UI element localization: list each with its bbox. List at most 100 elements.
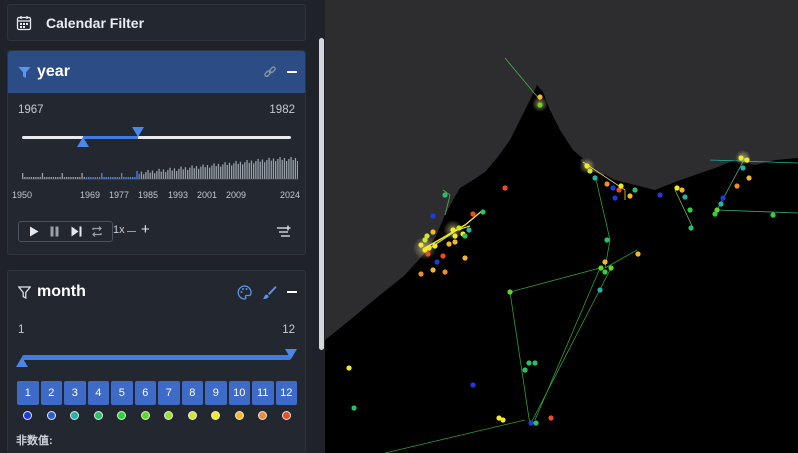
event-point[interactable] bbox=[602, 269, 608, 275]
event-point[interactable] bbox=[502, 185, 508, 191]
event-point[interactable] bbox=[592, 175, 598, 181]
month-button-10[interactable]: 10 bbox=[228, 381, 250, 405]
event-point[interactable] bbox=[674, 185, 680, 191]
year-filter-header[interactable]: year bbox=[8, 51, 305, 93]
event-point[interactable] bbox=[456, 225, 462, 231]
event-point[interactable] bbox=[450, 227, 456, 233]
event-point[interactable] bbox=[740, 165, 746, 171]
month-button-1[interactable]: 1 bbox=[17, 381, 39, 405]
play-icon[interactable] bbox=[28, 226, 40, 238]
event-point[interactable] bbox=[446, 241, 452, 247]
event-point[interactable] bbox=[430, 229, 436, 235]
step-forward-icon[interactable] bbox=[70, 226, 82, 238]
event-point[interactable] bbox=[712, 211, 718, 217]
event-point[interactable] bbox=[466, 227, 472, 233]
loop-icon[interactable] bbox=[91, 226, 103, 238]
event-point[interactable] bbox=[346, 365, 352, 371]
event-point[interactable] bbox=[426, 245, 432, 251]
month-button-3[interactable]: 3 bbox=[64, 381, 86, 405]
event-point[interactable] bbox=[770, 212, 776, 218]
calendar-filter-panel[interactable]: Calendar Filter bbox=[7, 4, 306, 41]
event-point[interactable] bbox=[528, 420, 534, 426]
year-slider-end-handle[interactable] bbox=[132, 127, 144, 137]
event-point[interactable] bbox=[537, 102, 543, 108]
event-point[interactable] bbox=[548, 415, 554, 421]
event-point[interactable] bbox=[496, 415, 502, 421]
year-slider-track[interactable] bbox=[22, 136, 291, 139]
event-point[interactable] bbox=[608, 265, 614, 271]
event-point[interactable] bbox=[718, 201, 724, 207]
month-button-7[interactable]: 7 bbox=[158, 381, 180, 405]
event-point[interactable] bbox=[635, 251, 641, 257]
month-slider-end-handle[interactable] bbox=[285, 349, 297, 359]
collapse-month-button[interactable] bbox=[287, 291, 297, 293]
event-point[interactable] bbox=[442, 269, 448, 275]
event-point[interactable] bbox=[632, 187, 638, 193]
add-filter-icon[interactable] bbox=[276, 225, 291, 238]
event-point[interactable] bbox=[533, 420, 539, 426]
event-point[interactable] bbox=[470, 211, 476, 217]
month-button-8[interactable]: 8 bbox=[181, 381, 203, 405]
event-point[interactable] bbox=[470, 382, 476, 388]
event-point[interactable] bbox=[657, 192, 663, 198]
month-filter-header[interactable]: month bbox=[8, 271, 305, 313]
event-point[interactable] bbox=[604, 181, 610, 187]
year-slider-start-handle[interactable] bbox=[77, 137, 89, 147]
event-point[interactable] bbox=[507, 289, 513, 295]
event-point[interactable] bbox=[442, 192, 448, 198]
month-slider-start-handle[interactable] bbox=[16, 357, 28, 367]
event-point[interactable] bbox=[462, 233, 468, 239]
link-icon[interactable] bbox=[263, 65, 277, 79]
palette-icon[interactable] bbox=[237, 284, 252, 300]
event-point[interactable] bbox=[679, 187, 685, 193]
event-point[interactable] bbox=[434, 259, 440, 265]
month-button-4[interactable]: 4 bbox=[87, 381, 109, 405]
event-point[interactable] bbox=[351, 405, 357, 411]
month-button-9[interactable]: 9 bbox=[205, 381, 227, 405]
pause-icon[interactable] bbox=[49, 226, 61, 238]
event-point[interactable] bbox=[602, 259, 608, 265]
event-point[interactable] bbox=[746, 175, 752, 181]
event-point[interactable] bbox=[627, 193, 633, 199]
event-point[interactable] bbox=[418, 242, 424, 248]
event-point[interactable] bbox=[532, 360, 538, 366]
event-point[interactable] bbox=[734, 183, 740, 189]
month-button-12[interactable]: 12 bbox=[275, 381, 297, 405]
event-point[interactable] bbox=[610, 185, 616, 191]
brush-icon[interactable] bbox=[262, 285, 277, 300]
collapse-year-button[interactable] bbox=[287, 71, 297, 73]
event-point[interactable] bbox=[526, 360, 532, 366]
sidebar-scrollbar-thumb[interactable] bbox=[319, 38, 324, 350]
month-button-6[interactable]: 6 bbox=[134, 381, 156, 405]
map-view[interactable] bbox=[325, 0, 798, 453]
event-point[interactable] bbox=[597, 287, 603, 293]
event-point[interactable] bbox=[462, 255, 468, 261]
event-point[interactable] bbox=[598, 265, 604, 271]
event-point[interactable] bbox=[687, 207, 693, 213]
speed-decrease-button[interactable] bbox=[127, 231, 136, 232]
month-slider-track[interactable] bbox=[22, 355, 291, 360]
event-point[interactable] bbox=[738, 155, 744, 161]
event-point[interactable] bbox=[682, 194, 688, 200]
event-point[interactable] bbox=[744, 157, 750, 163]
event-point[interactable] bbox=[618, 183, 624, 189]
event-point[interactable] bbox=[430, 267, 436, 273]
month-button-5[interactable]: 5 bbox=[111, 381, 133, 405]
event-point[interactable] bbox=[584, 163, 590, 169]
event-point[interactable] bbox=[425, 251, 431, 257]
event-point[interactable] bbox=[430, 213, 436, 219]
map-canvas[interactable] bbox=[325, 0, 798, 453]
event-point[interactable] bbox=[432, 243, 438, 249]
event-point[interactable] bbox=[452, 239, 458, 245]
event-point[interactable] bbox=[440, 253, 446, 259]
event-point[interactable] bbox=[522, 367, 528, 373]
speed-increase-button[interactable]: + bbox=[141, 222, 150, 237]
event-point[interactable] bbox=[604, 237, 610, 243]
event-point[interactable] bbox=[418, 271, 424, 277]
speed-label[interactable]: 1x bbox=[113, 224, 125, 236]
event-point[interactable] bbox=[688, 225, 694, 231]
event-point[interactable] bbox=[422, 237, 428, 243]
event-point[interactable] bbox=[480, 209, 486, 215]
month-button-2[interactable]: 2 bbox=[40, 381, 62, 405]
event-point[interactable] bbox=[537, 94, 543, 100]
